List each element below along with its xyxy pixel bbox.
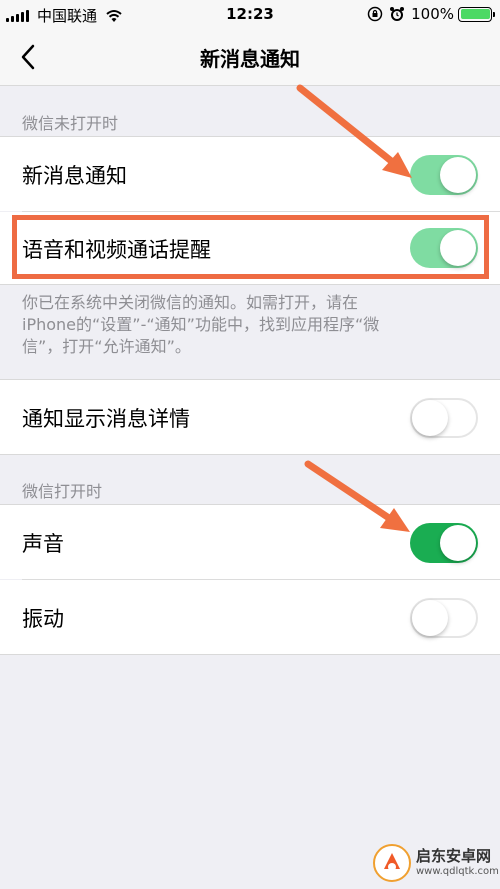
page-title: 新消息通知 (200, 47, 300, 71)
show-details-toggle[interactable] (410, 398, 478, 438)
setting-show-message-details[interactable]: 通知显示消息详情 (0, 380, 500, 454)
voice-video-call-toggle[interactable] (410, 228, 478, 268)
battery-icon (458, 6, 495, 22)
setting-sound[interactable]: 声音 (0, 505, 500, 579)
notification-disabled-hint: 你已在系统中关闭微信的通知。如需打开，请在 iPhone的“设置”-“通知”功能… (22, 293, 380, 356)
sound-toggle[interactable] (410, 523, 478, 563)
section-header-wechat-closed: 微信未打开时 (22, 114, 119, 133)
watermark-logo-icon (373, 844, 411, 882)
setting-label: 新消息通知 (22, 164, 127, 188)
watermark: 启东安卓网 www.qdlqtk.com (370, 841, 499, 885)
alarm-icon (390, 7, 405, 21)
rotation-lock-icon (367, 6, 383, 22)
new-message-toggle[interactable] (410, 155, 478, 195)
setting-label: 振动 (22, 607, 64, 631)
setting-new-message-notification[interactable]: 新消息通知 (0, 137, 500, 211)
status-bar: 中国联通 12:23 100% (0, 0, 500, 28)
battery-percent: 100% (411, 5, 454, 23)
setting-voice-video-call-reminder[interactable]: 语音和视频通话提醒 (0, 212, 500, 284)
nav-bar: 新消息通知 (0, 28, 500, 86)
setting-label: 声音 (22, 532, 64, 556)
setting-label: 通知显示消息详情 (22, 407, 190, 431)
setting-label: 语音和视频通话提醒 (22, 238, 211, 262)
setting-vibration[interactable]: 振动 (0, 580, 500, 654)
vibration-toggle[interactable] (410, 598, 478, 638)
section-header-wechat-open: 微信打开时 (22, 482, 103, 501)
